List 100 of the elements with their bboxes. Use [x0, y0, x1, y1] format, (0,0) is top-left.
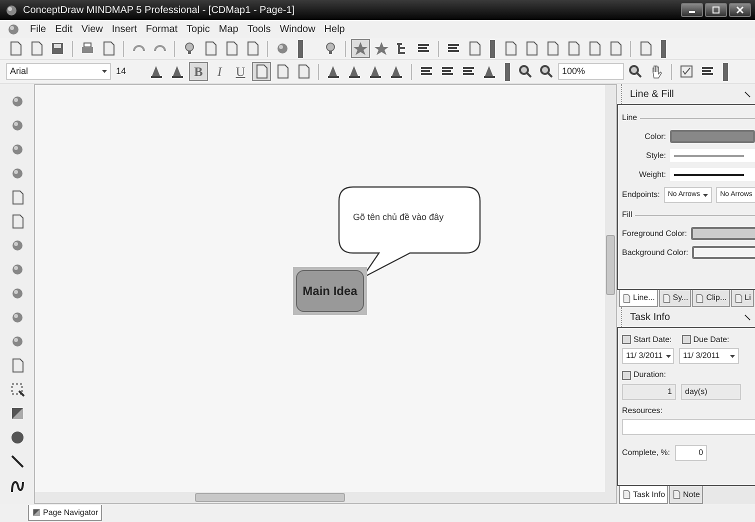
caret-icon: [666, 354, 671, 358]
menu-item[interactable]: Format: [146, 22, 178, 36]
zoom-icon: [518, 64, 533, 79]
text-style-icon: [149, 64, 164, 79]
page-icon: [10, 190, 24, 205]
field-label: Weight:: [638, 168, 666, 180]
horizontal-scrollbar[interactable]: [35, 492, 616, 503]
main-topic[interactable]: Main Idea: [296, 270, 364, 312]
toolbar-grip[interactable]: [298, 40, 303, 58]
restore-icon: [712, 6, 720, 14]
toolbar-grip[interactable]: [505, 62, 510, 80]
page-icon: [566, 41, 581, 56]
field-label: Endpoints:: [622, 189, 660, 201]
date-field[interactable]: 11/ 3/2011: [622, 348, 674, 364]
topic-icon: [10, 262, 24, 277]
caret-icon: [730, 354, 735, 358]
panel-tab[interactable]: Line...: [619, 290, 658, 307]
checkbox[interactable]: [682, 335, 691, 344]
date-field[interactable]: 11/ 3/2011: [679, 348, 739, 364]
page-icon: [10, 358, 24, 373]
duration-field[interactable]: 1: [622, 384, 676, 400]
color-swatch[interactable]: [670, 130, 755, 143]
menu-item[interactable]: Help: [324, 22, 345, 36]
vertical-scrollbar[interactable]: [605, 85, 616, 492]
page-icon: [296, 64, 311, 79]
panel-tab[interactable]: Clip...: [692, 290, 730, 307]
restore-button[interactable]: [705, 3, 727, 17]
line-icon: [10, 454, 24, 469]
font-dropdown[interactable]: Arial: [6, 63, 111, 80]
panel-title: Line & Fill: [630, 88, 674, 102]
menu-item[interactable]: Tools: [247, 22, 271, 36]
page-button[interactable]: [252, 62, 271, 81]
panel-tab[interactable]: Sy...: [658, 290, 692, 307]
star-button[interactable]: [351, 39, 370, 58]
checkbox[interactable]: [622, 370, 631, 380]
panel-title: Task Info: [630, 310, 670, 324]
menu-item[interactable]: File: [30, 22, 46, 36]
panel-tab[interactable]: Task Info: [619, 486, 668, 504]
field-label: Complete, %:: [622, 447, 670, 459]
checkbox-label: Start Date:: [634, 334, 672, 346]
panel-tab[interactable]: Note: [669, 486, 703, 504]
unit-dropdown[interactable]: day(s): [681, 384, 741, 400]
minimize-button[interactable]: [681, 3, 703, 17]
select-icon: [10, 382, 24, 397]
fill-icon: [368, 64, 383, 79]
topic-icon: [10, 166, 24, 181]
check-icon: [679, 64, 694, 79]
zoom-dropdown[interactable]: 100%: [558, 63, 624, 80]
line-style-field[interactable]: [670, 149, 755, 162]
percent-field[interactable]: 0: [675, 445, 708, 461]
bulb-icon: [323, 41, 338, 56]
toolbar-grip[interactable]: [490, 40, 495, 58]
line-weight-field[interactable]: [670, 168, 755, 181]
star-icon: [374, 41, 389, 56]
resources-field[interactable]: [622, 419, 755, 435]
page-icon: [254, 64, 269, 79]
page-icon: [29, 41, 44, 56]
page-icon: [101, 41, 116, 56]
field-label: Color:: [644, 130, 666, 142]
line-sample: [674, 154, 744, 158]
star-icon: [353, 41, 368, 56]
close-button[interactable]: [729, 3, 751, 17]
curve-icon: [10, 478, 24, 493]
toolbar-grip[interactable]: [723, 62, 728, 80]
panel-tab[interactable]: Li: [730, 290, 754, 307]
topic-icon: [10, 118, 24, 133]
field-label: Foreground Color:: [622, 228, 687, 240]
menu-item[interactable]: Window: [280, 22, 316, 36]
menu-item[interactable]: Topic: [186, 22, 210, 36]
page-icon: [10, 214, 24, 229]
page-icon: [545, 41, 560, 56]
page-icon: [524, 41, 539, 56]
page-navigator-tab[interactable]: Page Navigator: [28, 505, 102, 521]
page-icon: [587, 41, 602, 56]
menu-item[interactable]: Edit: [55, 22, 72, 36]
menu-item[interactable]: Map: [218, 22, 238, 36]
menu-item[interactable]: View: [81, 22, 103, 36]
text-style-icon: [170, 64, 185, 79]
toolbar-grip[interactable]: [661, 40, 666, 58]
group-label: Line: [622, 112, 638, 124]
page-icon: [224, 41, 239, 56]
app-icon: [4, 2, 19, 18]
page-icon: [467, 41, 482, 56]
menu-item[interactable]: Insert: [112, 22, 137, 36]
callout-bubble[interactable]: [338, 186, 481, 279]
font-name: Arial: [10, 64, 28, 78]
page-icon: [8, 41, 23, 56]
color-swatch[interactable]: [692, 246, 755, 259]
checkbox[interactable]: [622, 335, 631, 344]
color-swatch[interactable]: [690, 227, 755, 240]
bulb-icon: [182, 41, 197, 56]
topic-icon: [10, 310, 24, 325]
field-label: Resources:: [622, 404, 664, 416]
node-icon: [275, 41, 290, 56]
font-size-dropdown[interactable]: 14: [113, 63, 145, 80]
fill-icon: [482, 64, 497, 79]
format-button[interactable]: I: [210, 62, 229, 81]
format-button[interactable]: U: [231, 62, 250, 81]
format-button[interactable]: B: [189, 62, 208, 81]
checkbox-label: Due Date:: [693, 334, 730, 346]
